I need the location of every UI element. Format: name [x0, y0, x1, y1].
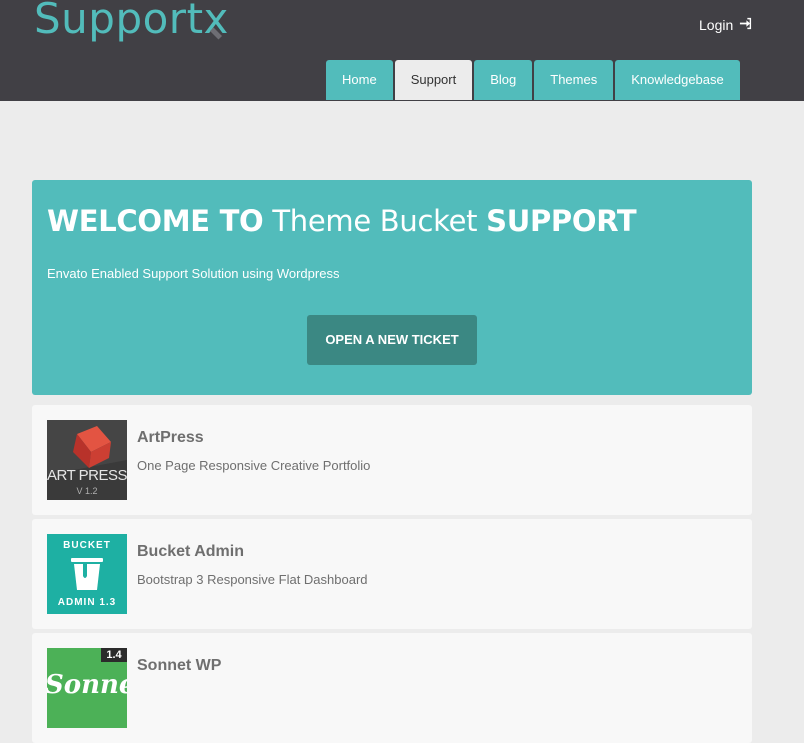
tab-home[interactable]: Home: [326, 60, 393, 100]
tab-knowledgebase[interactable]: Knowledgebase: [615, 60, 740, 100]
artpress-thumbnail[interactable]: ART PRESS V 1.2: [47, 420, 127, 500]
site-header: Supportx Login Home Support Blog Themes …: [0, 0, 804, 101]
product-description: One Page Responsive Creative Portfolio: [137, 458, 371, 473]
main-nav: Home Support Blog Themes Knowledgebase: [326, 60, 740, 101]
supportx-logo[interactable]: Supportx: [34, 0, 229, 43]
tab-themes[interactable]: Themes: [534, 60, 614, 100]
product-description: Bootstrap 3 Responsive Flat Dashboard: [137, 572, 368, 587]
welcome-subtitle: Envato Enabled Support Solution using Wo…: [47, 266, 340, 281]
tab-support[interactable]: Support: [394, 60, 473, 100]
product-item-artpress[interactable]: ART PRESS V 1.2 ArtPress One Page Respon…: [32, 405, 752, 515]
tab-blog[interactable]: Blog: [474, 60, 533, 100]
welcome-title: WELCOME TO Theme Bucket SUPPORT: [47, 204, 637, 238]
product-item-sonnet-wp[interactable]: 1.4 Sonnet Sonnet WP: [32, 633, 752, 743]
welcome-title-bold-1: WELCOME TO: [47, 204, 264, 238]
sign-in-icon: [739, 17, 752, 33]
logo-x-mark: x: [204, 0, 229, 43]
product-title[interactable]: Sonnet WP: [137, 657, 221, 675]
login-label: Login: [699, 17, 734, 33]
open-new-ticket-button[interactable]: OPEN A NEW TICKET: [307, 315, 477, 365]
bucket-thumb-bottom-text: ADMIN 1.3: [57, 597, 117, 608]
login-link[interactable]: Login: [699, 17, 752, 33]
sonnet-thumb-word: Sonnet: [47, 670, 127, 700]
bucket-admin-thumbnail[interactable]: BUCKET ADMIN 1.3: [47, 534, 127, 614]
sonnet-wp-thumbnail[interactable]: 1.4 Sonnet: [47, 648, 127, 728]
product-title[interactable]: Bucket Admin: [137, 543, 244, 561]
welcome-banner: WELCOME TO Theme Bucket SUPPORT Envato E…: [32, 180, 752, 395]
product-item-bucket-admin[interactable]: BUCKET ADMIN 1.3 Bucket Admin Bootstrap …: [32, 519, 752, 629]
welcome-title-brand: Theme Bucket: [272, 204, 478, 238]
logo-text: Support: [34, 0, 204, 43]
artpress-thumb-version: V 1.2: [76, 486, 98, 496]
artpress-thumb-text: ART PRESS: [47, 467, 127, 484]
sonnet-version-badge: 1.4: [101, 648, 127, 662]
product-title[interactable]: ArtPress: [137, 429, 204, 447]
welcome-title-bold-2: SUPPORT: [486, 204, 637, 238]
